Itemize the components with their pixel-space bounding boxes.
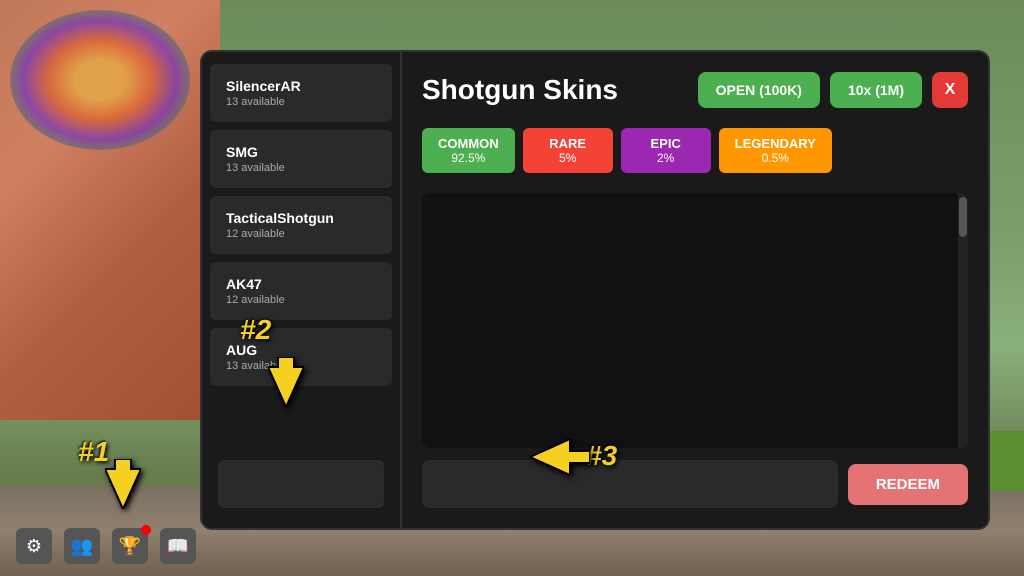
sidebar-item-aug[interactable]: AUG 13 available xyxy=(210,328,392,386)
group-icon[interactable]: 👥 xyxy=(64,528,100,564)
sidebar-item-ak47[interactable]: AK47 12 available xyxy=(210,262,392,320)
sidebar-item-smg[interactable]: SMG 13 available xyxy=(210,130,392,188)
rarity-epic-badge[interactable]: EPIC 2% xyxy=(621,128,711,173)
skins-content-area xyxy=(422,193,968,448)
scrollbar[interactable] xyxy=(958,193,968,448)
skins-modal: SilencerAR 13 available SMG 13 available… xyxy=(200,50,990,530)
sidebar-bottom xyxy=(202,448,400,520)
rarity-epic-pct: 2% xyxy=(637,151,695,165)
rarity-rare-name: RARE xyxy=(539,136,597,151)
selected-skin-slot xyxy=(422,460,838,508)
bottom-area: REDEEM xyxy=(422,460,968,508)
rarity-legendary-badge[interactable]: LEGENDARY 0.5% xyxy=(719,128,832,173)
toolbar: ⚙ 👥 🏆 📖 xyxy=(16,528,196,564)
book-icon[interactable]: 📖 xyxy=(160,528,196,564)
weapon-count: 13 available xyxy=(226,360,376,372)
weapon-count: 13 available xyxy=(226,96,376,108)
settings-icon[interactable]: ⚙ xyxy=(16,528,52,564)
open-10x-button[interactable]: 10x (1M) xyxy=(830,72,922,108)
rarity-common-badge[interactable]: COMMON 92.5% xyxy=(422,128,515,173)
weapon-count: 12 available xyxy=(226,294,376,306)
rarity-row: COMMON 92.5% RARE 5% EPIC 2% LEGENDARY 0… xyxy=(422,128,968,173)
weapon-name: AUG xyxy=(226,342,376,358)
weapon-name: SilencerAR xyxy=(226,78,376,94)
header-buttons: OPEN (100K) 10x (1M) X xyxy=(698,72,968,108)
weapon-name: TacticalShotgun xyxy=(226,210,376,226)
open-button[interactable]: OPEN (100K) xyxy=(698,72,820,108)
weapon-count: 12 available xyxy=(226,228,376,240)
rarity-rare-pct: 5% xyxy=(539,151,597,165)
rarity-epic-name: EPIC xyxy=(637,136,695,151)
rarity-common-name: COMMON xyxy=(438,136,499,151)
trophy-icon[interactable]: 🏆 xyxy=(112,528,148,564)
weapon-name: SMG xyxy=(226,144,376,160)
rarity-rare-badge[interactable]: RARE 5% xyxy=(523,128,613,173)
weapon-count: 13 available xyxy=(226,162,376,174)
rarity-common-pct: 92.5% xyxy=(438,151,499,165)
close-button[interactable]: X xyxy=(932,72,968,108)
weapon-sidebar: SilencerAR 13 available SMG 13 available… xyxy=(202,52,402,528)
redeem-button[interactable]: REDEEM xyxy=(848,464,968,505)
sidebar-item-silencerar[interactable]: SilencerAR 13 available xyxy=(210,64,392,122)
sidebar-item-tacticalshotgun[interactable]: TacticalShotgun 12 available xyxy=(210,196,392,254)
panel-title: Shotgun Skins xyxy=(422,74,618,106)
graffiti-decoration xyxy=(10,10,190,150)
rarity-legendary-name: LEGENDARY xyxy=(735,136,816,151)
sidebar-empty-slot xyxy=(218,460,384,508)
main-panel: Shotgun Skins OPEN (100K) 10x (1M) X COM… xyxy=(402,52,988,528)
weapon-name: AK47 xyxy=(226,276,376,292)
rarity-legendary-pct: 0.5% xyxy=(735,151,816,165)
panel-header: Shotgun Skins OPEN (100K) 10x (1M) X xyxy=(422,72,968,108)
scrollbar-thumb xyxy=(959,197,967,237)
